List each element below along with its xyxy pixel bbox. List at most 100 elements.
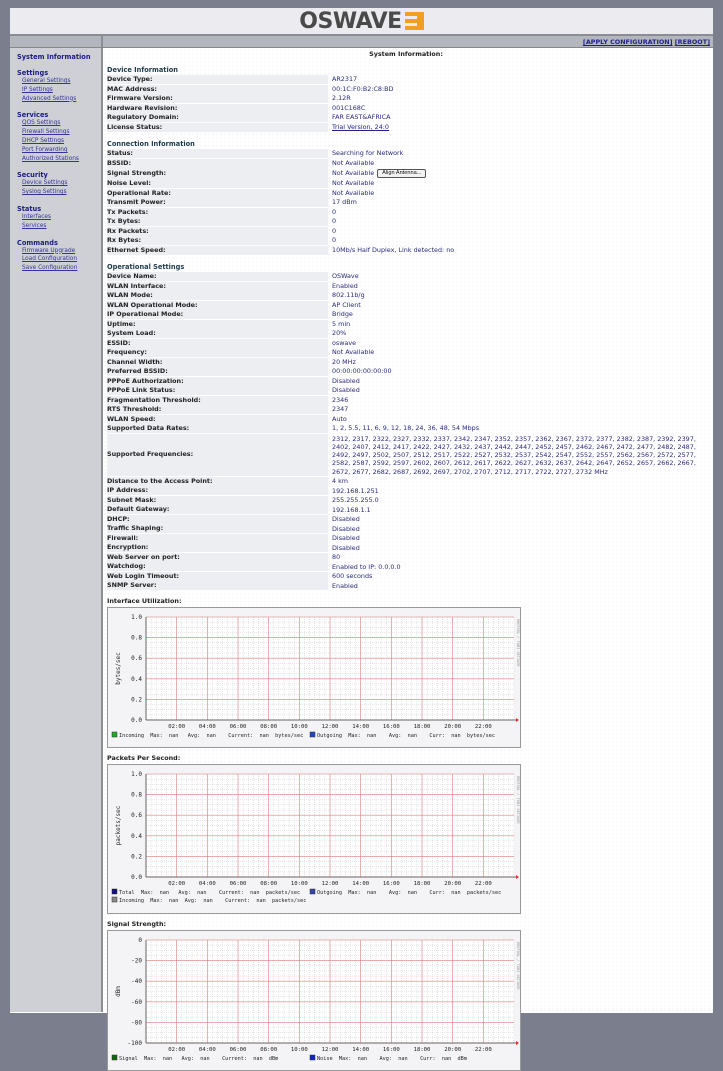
y-tick-label: -60: [131, 999, 142, 1006]
reboot-link[interactable]: [REBOOT]: [675, 38, 710, 46]
top-bar: [APPLY CONFIGURATION] [REBOOT]: [10, 36, 713, 48]
header: OSWAVE: [10, 8, 713, 36]
sidebar-link-qos-settings[interactable]: QOS Settings: [22, 119, 101, 128]
x-tick-label: 06:00: [230, 1047, 247, 1053]
sidebar-system-information[interactable]: System Information: [17, 53, 101, 61]
info-label: Watchdog:: [107, 562, 328, 572]
info-row: DHCP: Disabled: [107, 514, 705, 525]
info-value: 600 seconds: [332, 572, 373, 581]
info-value-cell: OSWave: [332, 272, 705, 282]
sidebar-link-syslog-settings[interactable]: Syslog Settings: [22, 188, 101, 197]
sidebar-link-port-forwarding[interactable]: Port Forwarding: [22, 146, 101, 155]
info-label: Status:: [107, 149, 328, 158]
sidebar: System Information Settings General Setti…: [10, 48, 103, 1012]
info-value-cell: FAR EAST&AFRICA: [332, 113, 705, 123]
y-axis-label: packets/sec: [115, 805, 122, 845]
info-row: ESSID: oswave: [107, 338, 705, 349]
info-row: Rx Bytes: 0: [107, 236, 705, 246]
sidebar-section-heading: Settings: [17, 69, 49, 77]
rrdtool-watermark: RRDTOOL / TOBI OETIKER: [516, 619, 520, 667]
info-value-cell: 20 MHz: [332, 358, 705, 368]
info-value: Not Available: [332, 188, 375, 197]
top-actions: [APPLY CONFIGURATION] [REBOOT]: [103, 36, 713, 47]
info-label: MAC Address:: [107, 84, 328, 94]
info-value: Disabled: [332, 386, 360, 395]
info-row: WLAN Speed: Auto: [107, 414, 705, 425]
info-value: 20%: [332, 329, 347, 338]
x-axis-arrow-icon: [516, 717, 519, 722]
info-row: Noise Level: Not Available: [107, 179, 705, 189]
x-tick-label: 12:00: [322, 881, 339, 887]
sidebar-link-interfaces[interactable]: Interfaces: [22, 213, 101, 222]
info-value: AP Client: [332, 300, 361, 309]
sidebar-link-services[interactable]: Services: [22, 222, 101, 231]
x-tick-label: 18:00: [414, 1047, 431, 1053]
info-value: oswave: [332, 338, 357, 347]
info-value: 00:1C:F0:B2:C8:BD: [332, 84, 394, 93]
info-value-cell: oswave: [332, 339, 705, 349]
y-tick-label: 0.8: [131, 635, 142, 642]
info-value-cell: 00:1C:F0:B2:C8:BD: [332, 85, 705, 95]
info-value: 1, 2, 5.5, 11, 6, 9, 12, 18, 24, 36, 48,…: [332, 424, 480, 433]
x-tick-label: 16:00: [383, 881, 400, 887]
chart-title: Signal Strength:: [107, 919, 167, 928]
operational-settings-table: Device Name: OSWave WLAN Interface: Enabled…: [107, 272, 705, 591]
info-value: 4 km: [332, 477, 349, 486]
info-value: 0: [332, 217, 337, 226]
info-value-cell: 20%: [332, 329, 705, 339]
x-tick-label: 02:00: [168, 724, 185, 730]
legend-entry: Signal Max: nan Avg: nan Current: nan dB…: [119, 1056, 278, 1062]
x-tick-label: 14:00: [352, 881, 369, 887]
sidebar-link-load-configuration[interactable]: Load Configuration: [22, 255, 101, 264]
info-label: Channel Width:: [107, 357, 328, 367]
info-label: Signal Strength:: [107, 168, 328, 179]
x-tick-label: 12:00: [322, 1047, 339, 1053]
top-bar-spacer: [10, 36, 103, 47]
info-value-cell: Not Available Align Antenna...: [332, 168, 705, 179]
info-label: Hardware Revision:: [107, 103, 328, 113]
y-tick-label: 0.4: [131, 676, 142, 683]
info-label: WLAN Mode:: [107, 291, 328, 300]
legend-swatch: [111, 731, 118, 738]
info-value: 0: [332, 236, 337, 245]
sidebar-link-save-configuration[interactable]: Save Configuration: [22, 264, 101, 273]
info-row: System Load: 20%: [107, 329, 705, 339]
info-label: Regulatory Domain:: [107, 113, 328, 122]
info-row: Status: Searching for Network: [107, 149, 705, 159]
x-tick-label: 10:00: [291, 881, 308, 887]
info-value-cell: 1, 2, 5.5, 11, 6, 9, 12, 18, 24, 36, 48,…: [332, 424, 705, 434]
info-value-cell: 0: [332, 208, 705, 218]
info-value: Enabled: [332, 281, 358, 290]
info-row: RTS Threshold: 2347: [107, 405, 705, 415]
align-antenna-button[interactable]: Align Antenna...: [377, 169, 427, 178]
y-tick-label: -40: [131, 978, 142, 985]
info-label: WLAN Operational Mode:: [107, 300, 328, 310]
y-tick-label: -80: [131, 1019, 142, 1026]
sidebar-link-general-settings[interactable]: General Settings: [22, 77, 101, 86]
sidebar-link-device-settings[interactable]: Device Settings: [22, 179, 101, 188]
sidebar-link-authorized-stations[interactable]: Authorized Stations: [22, 155, 101, 164]
legend-swatch: [309, 1054, 316, 1061]
apply-configuration-link[interactable]: [APPLY CONFIGURATION]: [583, 38, 673, 46]
y-tick-label: 0.4: [131, 833, 142, 840]
info-value-cell: AP Client: [332, 301, 705, 311]
info-row: Tx Bytes: 0: [107, 217, 705, 227]
charts: Interface Utilization: 0.0 0.2 0.4 0.6 0.8 1.0…: [107, 597, 705, 1071]
sidebar-link-advanced-settings[interactable]: Advanced Settings: [22, 95, 101, 104]
info-value: 2346: [332, 395, 349, 404]
info-value: Enabled: [332, 581, 358, 590]
sidebar-section-heading: Security: [17, 171, 48, 180]
license-status-link[interactable]: Trial Version, 24:0: [332, 123, 389, 132]
sidebar-link-firewall-settings[interactable]: Firewall Settings: [22, 128, 101, 137]
info-label: Firmware Version:: [107, 94, 328, 103]
info-row: IP Address: 192.168.1.251: [107, 486, 705, 496]
sidebar-link-ip-settings[interactable]: IP Settings: [22, 86, 101, 95]
sidebar-link-firmware-upgrade[interactable]: Firmware Upgrade: [22, 247, 101, 256]
info-value-cell: Bridge: [332, 310, 705, 320]
info-value-cell: 192.168.1.1: [332, 505, 705, 515]
info-value-cell: Disabled: [332, 524, 705, 534]
info-label: SNMP Server:: [107, 581, 328, 591]
info-value: 001C168C: [332, 103, 366, 112]
sidebar-link-dhcp-settings[interactable]: DHCP Settings: [22, 137, 101, 146]
info-value: FAR EAST&AFRICA: [332, 113, 391, 122]
